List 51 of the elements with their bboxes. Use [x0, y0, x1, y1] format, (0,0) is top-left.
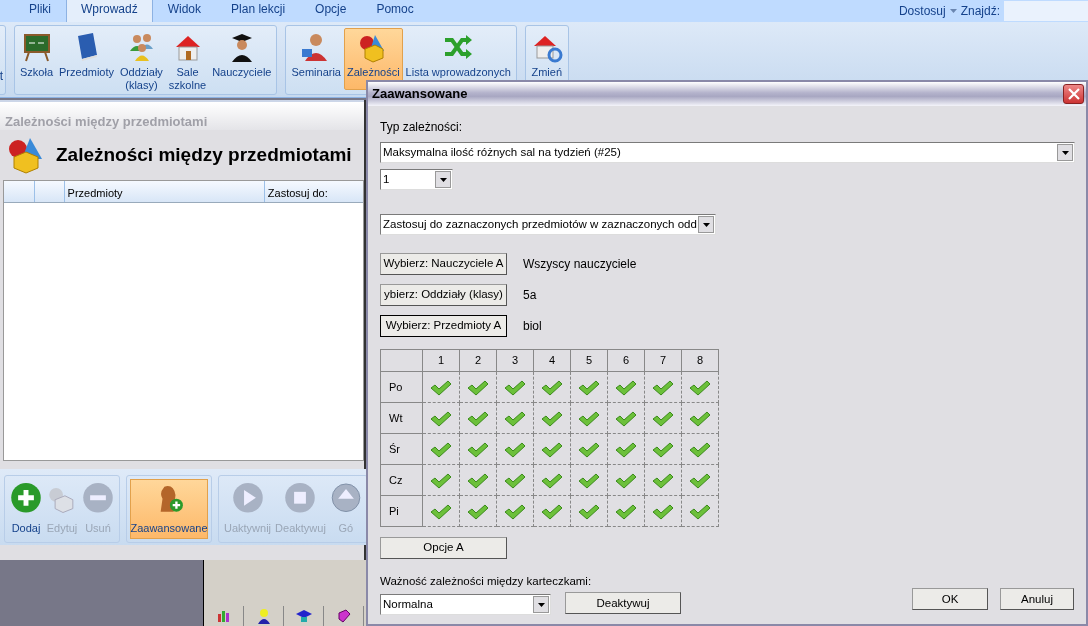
column-header: 3	[496, 349, 534, 372]
ok-button[interactable]: OK	[912, 588, 988, 611]
menu-tab[interactable]: Wprowadź	[66, 0, 153, 22]
column-header: 1	[422, 349, 460, 372]
type-label: Typ zależności:	[380, 119, 464, 136]
ribbon-button[interactable]: Przedmioty	[56, 28, 118, 90]
row-header: Pi	[380, 495, 423, 527]
select-button[interactable]: Wybierz: Przedmioty A	[380, 315, 507, 337]
deactivate-button[interactable]: Deaktywuj	[565, 592, 681, 615]
ribbon-label: t	[0, 68, 3, 85]
ribbon-button[interactable]: Oddziały (klasy)	[117, 28, 166, 90]
selection-value: biol	[523, 318, 542, 335]
count-dropdown[interactable]: 1	[380, 169, 453, 190]
column-header: 5	[570, 349, 608, 372]
toolbar-button[interactable]: Zaawansowane	[130, 479, 208, 539]
column-header: 7	[644, 349, 682, 372]
menu-tab[interactable]: Pomoc	[361, 0, 429, 22]
menu-tab[interactable]: Opcje	[300, 0, 362, 22]
column-header[interactable]: Zastosuj do:	[263, 181, 363, 202]
selection-value: 5a	[523, 287, 537, 304]
row-header: Po	[380, 371, 423, 403]
ribbon-button[interactable]: Seminaria	[288, 28, 344, 90]
type-dropdown[interactable]: Maksymalna ilość różnych sal na tydzień (#25)	[380, 142, 1075, 163]
column-header: 6	[607, 349, 645, 372]
panel-heading: Zależności między przedmiotami	[56, 143, 352, 167]
importance-dropdown[interactable]: Normalna	[380, 594, 551, 616]
customize-menu[interactable]: Dostosuj	[898, 2, 946, 20]
column-header[interactable]: Przedmioty	[63, 181, 264, 202]
menu-tab[interactable]: Widok	[152, 0, 217, 22]
ribbon-button[interactable]: Szkoła	[17, 28, 57, 90]
apply-dropdown[interactable]: Zastosuj do zaznaczonych przedmiotów w zaznaczonych odd	[380, 214, 716, 235]
row-header: Cz	[380, 464, 423, 496]
cancel-button[interactable]: Anuluj	[1000, 588, 1074, 611]
row-header: Wt	[380, 402, 423, 434]
column-header: 2	[459, 349, 497, 372]
menu-tab[interactable]: Plan lekcji	[216, 0, 301, 22]
ribbon-button[interactable]: Sale szkolne	[165, 28, 210, 90]
select-button[interactable]: ybierz: Oddziały (klasy)	[380, 284, 507, 306]
column-header: 8	[681, 349, 719, 372]
row-header: Śr	[380, 433, 423, 465]
ribbon-button[interactable]: Nauczyciele	[209, 28, 275, 90]
column-header: 4	[533, 349, 571, 372]
select-button[interactable]: Wybierz: Nauczyciele A	[380, 253, 507, 275]
ribbon-button[interactable]: Zależności	[344, 28, 403, 90]
options-button[interactable]: Opcje A	[380, 537, 507, 559]
importance-label: Ważność zależności między karteczkami:	[380, 574, 593, 589]
selection-value: Wszyscy nauczyciele	[523, 256, 637, 273]
menu-tab[interactable]: Pliki	[14, 0, 66, 22]
toolbar-button[interactable]: Dodaj	[8, 479, 44, 539]
panel-title: Zależności między przedmiotami	[0, 100, 364, 130]
find-label: Znajdź:	[960, 3, 1000, 20]
